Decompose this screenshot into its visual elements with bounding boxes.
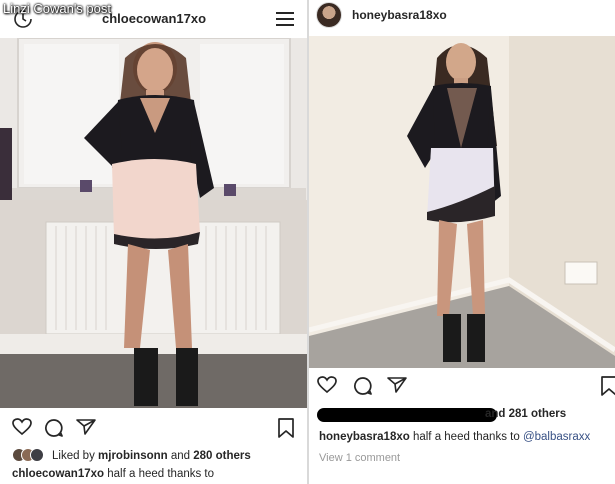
- redaction-bar: [317, 408, 497, 422]
- liker-username: mjrobinsonn: [98, 450, 168, 462]
- likes-count: and 281 others: [485, 408, 567, 420]
- right-photo-illustration: [309, 36, 615, 368]
- liker-avatar: [30, 448, 44, 462]
- liker-avatars[interactable]: [12, 448, 46, 462]
- right-post-actions: [309, 372, 615, 400]
- left-post-username[interactable]: chloecowan17xo: [102, 11, 206, 26]
- comment-icon[interactable]: [353, 376, 373, 396]
- caption-username[interactable]: honeybasra18xo: [319, 431, 410, 443]
- caption-mention[interactable]: @balbasraxx: [523, 431, 590, 443]
- left-likes-text[interactable]: Liked by mjrobinsonn and 280 others: [52, 450, 251, 462]
- avatar[interactable]: [316, 2, 342, 28]
- right-post-photo[interactable]: [309, 36, 615, 368]
- overlay-title: Linzi Cowan's post: [3, 1, 111, 16]
- left-post-photo[interactable]: [0, 38, 307, 408]
- left-caption: chloecowan17xo half a heed thanks to: [12, 468, 215, 480]
- caption-username[interactable]: chloecowan17xo: [12, 468, 104, 480]
- right-post-header: honeybasra18xo: [309, 0, 615, 32]
- likes-count: 280 others: [193, 450, 251, 462]
- bookmark-icon[interactable]: [601, 376, 615, 396]
- right-post: honeybasra18xo and 281 others honeybasra…: [309, 0, 615, 484]
- heart-icon[interactable]: [317, 376, 337, 394]
- left-post-actions: [0, 414, 307, 442]
- share-icon[interactable]: [76, 418, 96, 436]
- share-icon[interactable]: [387, 376, 407, 394]
- bookmark-icon[interactable]: [278, 418, 294, 438]
- comment-icon[interactable]: [44, 418, 64, 438]
- right-likes-text[interactable]: and 281 others: [485, 408, 566, 420]
- menu-icon[interactable]: [276, 11, 294, 27]
- heart-icon[interactable]: [12, 418, 32, 436]
- view-comments-link[interactable]: View 1 comment: [319, 452, 400, 464]
- right-post-username[interactable]: honeybasra18xo: [352, 8, 447, 22]
- left-photo-illustration: [0, 38, 307, 408]
- left-post: chloecowan17xo Liked by mjrobinsonn and …: [0, 0, 307, 484]
- right-caption: honeybasra18xo half a heed thanks to @ba…: [319, 431, 591, 443]
